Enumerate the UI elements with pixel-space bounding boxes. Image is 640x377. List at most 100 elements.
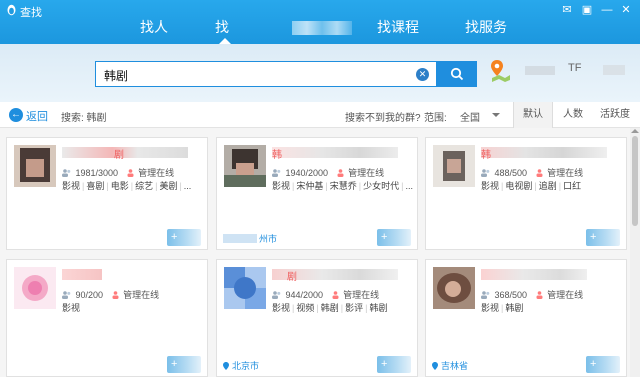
tag: 影视 bbox=[272, 181, 291, 191]
sort-activity-button[interactable]: 活跃度 bbox=[595, 102, 635, 128]
minimize-icon[interactable]: — bbox=[600, 3, 614, 17]
group-avatar bbox=[433, 145, 475, 187]
sort-members-button[interactable]: 人数 bbox=[553, 102, 593, 128]
search-input[interactable]: 韩剧 ✕ bbox=[95, 61, 437, 87]
group-stats: 368/500 管理在线 bbox=[481, 288, 583, 301]
close-icon[interactable]: ✕ bbox=[619, 3, 633, 17]
group-tags: 影视 bbox=[62, 301, 80, 314]
tag: 影视 bbox=[62, 181, 81, 191]
cant-find-group-link[interactable]: 搜索不到我的群? bbox=[345, 109, 421, 124]
range-label: 范围: bbox=[424, 113, 447, 124]
card-footer: + bbox=[7, 354, 207, 376]
tab-find-course[interactable]: 找课程 bbox=[377, 18, 419, 44]
group-tags: 影视 | 宋仲基 | 宋慧乔 | 少女时代 |... bbox=[272, 181, 413, 191]
group-avatar bbox=[14, 267, 56, 309]
tag: 韩剧 bbox=[320, 303, 339, 313]
admin-icon bbox=[536, 169, 543, 177]
group-name-fragment: 韩 bbox=[481, 150, 491, 161]
add-icon: + bbox=[590, 231, 597, 243]
results-scrollbar[interactable] bbox=[630, 128, 640, 377]
tab-label: 找人 bbox=[140, 19, 168, 35]
admin-online: 管理在线 bbox=[547, 290, 584, 300]
user-name-obscured-2 bbox=[603, 65, 625, 75]
join-group-button[interactable]: + bbox=[377, 229, 411, 246]
scroll-thumb[interactable] bbox=[632, 136, 638, 226]
user-name-text: TF bbox=[568, 62, 582, 74]
card-footer: + bbox=[7, 227, 207, 249]
tab-obscured[interactable] bbox=[292, 21, 352, 35]
sort-default-button[interactable]: 默认 bbox=[513, 102, 553, 128]
tab-find-group[interactable]: 找 bbox=[215, 18, 235, 44]
scroll-up-icon[interactable] bbox=[631, 129, 639, 133]
tag: 喜剧 bbox=[86, 181, 105, 191]
card-footer: 吉林省 + bbox=[426, 354, 626, 376]
penguin-icon bbox=[7, 4, 16, 16]
members-icon bbox=[481, 291, 490, 299]
menu-icon[interactable]: ▣ bbox=[580, 3, 594, 17]
chevron-down-icon[interactable] bbox=[492, 113, 500, 117]
tab-find-service[interactable]: 找服务 bbox=[465, 18, 507, 44]
clear-icon[interactable]: ✕ bbox=[416, 68, 429, 81]
range-select[interactable]: 全国 bbox=[460, 109, 480, 124]
add-icon: + bbox=[590, 358, 597, 370]
members-icon bbox=[272, 169, 281, 177]
search-query-label: 搜索: 韩剧 bbox=[61, 113, 107, 124]
search-icon bbox=[450, 67, 464, 81]
group-card[interactable]: 368/500 管理在线 影视 | 韩剧 吉林省 + bbox=[425, 259, 627, 377]
add-icon: + bbox=[381, 231, 388, 243]
members-icon bbox=[481, 169, 490, 177]
group-stats: 1981/3000 管理在线 bbox=[62, 166, 174, 179]
admin-online: 管理在线 bbox=[343, 290, 380, 300]
join-group-button[interactable]: + bbox=[586, 356, 620, 373]
group-stats: 90/200 管理在线 bbox=[62, 288, 159, 301]
join-group-button[interactable]: + bbox=[167, 229, 201, 246]
add-icon: + bbox=[171, 231, 178, 243]
admin-icon bbox=[536, 291, 543, 299]
location-map-icon[interactable] bbox=[489, 58, 511, 82]
tag: 美剧 bbox=[159, 181, 178, 191]
group-name-obscured: 韩 bbox=[272, 147, 398, 161]
group-stats: 1940/2000 管理在线 bbox=[272, 166, 384, 179]
tag: 综艺 bbox=[135, 181, 154, 191]
group-card[interactable]: 韩 488/500 管理在线 影视 | 电视剧 | 追剧 | 口红 + bbox=[425, 137, 627, 250]
group-card[interactable]: 剧 1981/3000 管理在线 影视 | 喜剧 | 电影 | 综艺 | 美剧 |... + bbox=[6, 137, 208, 250]
members-icon bbox=[272, 291, 281, 299]
search-input-value[interactable]: 韩剧 bbox=[104, 67, 128, 84]
tab-label: 找课程 bbox=[377, 19, 419, 35]
location-pin-icon bbox=[432, 362, 438, 370]
group-name-fragment: 剧 bbox=[287, 272, 297, 283]
tag: 影视 bbox=[481, 181, 500, 191]
join-group-button[interactable]: + bbox=[586, 229, 620, 246]
admin-online: 管理在线 bbox=[123, 290, 160, 300]
add-icon: + bbox=[381, 358, 388, 370]
search-button[interactable] bbox=[437, 61, 477, 87]
members-icon bbox=[62, 291, 71, 299]
tag: 影视 bbox=[481, 303, 500, 313]
group-card[interactable]: 韩 1940/2000 管理在线 影视 | 宋仲基 | 宋慧乔 | 少女时代 |... 州市 … bbox=[216, 137, 418, 250]
group-tags: 影视 | 电视剧 | 追剧 | 口红 bbox=[481, 181, 582, 191]
skin-icon[interactable]: ✉ bbox=[560, 3, 574, 17]
group-card[interactable]: 剧 944/2000 管理在线 影视 | 视频 | 韩剧 | 影评 | 韩剧 北京市 + bbox=[216, 259, 418, 377]
back-arrow-icon: ← bbox=[9, 108, 23, 122]
admin-icon bbox=[127, 169, 134, 177]
group-name-obscured: 剧 bbox=[62, 147, 188, 161]
tag: 影视 bbox=[272, 303, 291, 313]
tab-find-people[interactable]: 找人 bbox=[140, 18, 168, 44]
tab-label: 找服务 bbox=[465, 19, 507, 35]
join-group-button[interactable]: + bbox=[377, 356, 411, 373]
group-location-text: 吉林省 bbox=[441, 361, 469, 371]
join-group-button[interactable]: + bbox=[167, 356, 201, 373]
group-stats: 488/500 管理在线 bbox=[481, 166, 583, 179]
location-pin-icon bbox=[223, 362, 229, 370]
back-label: 返回 bbox=[26, 111, 48, 123]
title-bar: 查找 ✉ ▣ — ✕ bbox=[0, 0, 640, 20]
group-card[interactable]: 90/200 管理在线 影视 + bbox=[6, 259, 208, 377]
add-icon: + bbox=[171, 358, 178, 370]
tag: 视频 bbox=[296, 303, 315, 313]
admin-icon bbox=[332, 291, 339, 299]
group-avatar bbox=[224, 145, 266, 187]
sort-label: 活跃度 bbox=[600, 109, 630, 120]
group-avatar bbox=[14, 145, 56, 187]
card-footer: + bbox=[426, 227, 626, 249]
group-tags: 影视 | 韩剧 bbox=[481, 303, 524, 313]
